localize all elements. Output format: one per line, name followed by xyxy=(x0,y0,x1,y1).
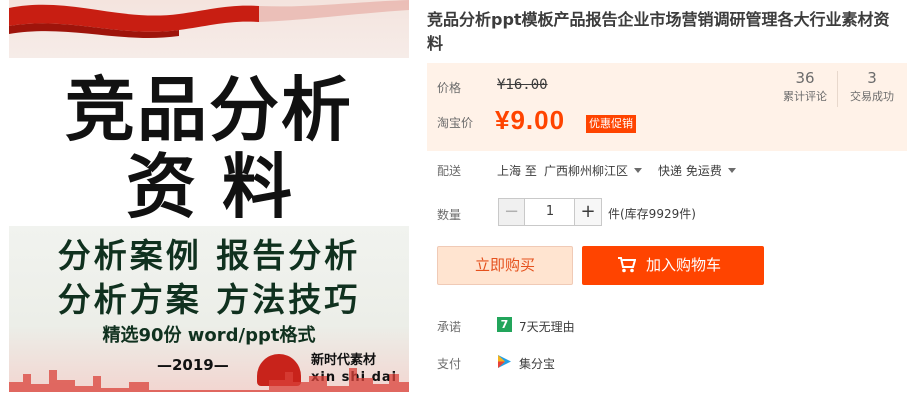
seven-day-return-icon: 7 xyxy=(497,317,512,332)
delivery-from: 上海 至 xyxy=(497,164,537,178)
decrease-quantity-button[interactable]: − xyxy=(499,199,525,225)
stats-divider xyxy=(837,71,838,107)
increase-quantity-button[interactable]: + xyxy=(574,199,601,225)
image-tagline-line1: 分析案例 报告分析 xyxy=(57,236,361,275)
shipping-method-select[interactable]: 快递 免运费 xyxy=(658,162,736,179)
red-ribbon-graphic xyxy=(9,0,409,38)
price-panel: 价格 ¥16.00 淘宝价 ¥9.00 优惠促销 36 累计评论 3 交易成功 xyxy=(427,63,907,151)
chevron-down-icon xyxy=(727,168,736,173)
reviews-count: 36 xyxy=(795,69,815,87)
delivery-label: 配送 xyxy=(437,164,462,178)
promise-label: 承诺 xyxy=(437,320,462,334)
image-headline-line1: 竞品分析 xyxy=(65,69,353,151)
stock-text: 件(库存9929件) xyxy=(608,207,696,221)
image-tagline-line3: 精选90份 word/ppt格式 xyxy=(102,325,316,346)
quantity-input[interactable]: 1 xyxy=(526,199,574,225)
quantity-stepper: − 1 + xyxy=(498,198,602,226)
current-price-label: 淘宝价 xyxy=(437,116,474,130)
add-to-cart-button[interactable]: 加入购物车 xyxy=(582,246,764,285)
payment-text[interactable]: 集分宝 xyxy=(519,355,555,372)
city-skyline-graphic xyxy=(9,368,409,392)
jifenbao-icon xyxy=(498,355,511,368)
chevron-down-icon xyxy=(634,168,643,173)
promo-badge[interactable]: 优惠促销 xyxy=(586,115,636,133)
add-to-cart-label: 加入购物车 xyxy=(646,256,722,274)
payment-label: 支付 xyxy=(437,357,462,371)
current-price: ¥9.00 xyxy=(495,105,566,135)
buy-now-button[interactable]: 立即购买 xyxy=(437,246,573,285)
image-headline-line2: 资料 xyxy=(126,146,318,228)
image-banner-top xyxy=(9,0,409,58)
sales-count: 3 xyxy=(867,69,877,87)
delivery-destination-text: 广西柳州柳江区 xyxy=(544,164,629,178)
original-price: ¥16.00 xyxy=(497,77,548,93)
original-price-label: 价格 xyxy=(437,81,462,95)
image-banner-bottom: 分析案例 报告分析 分析方案 方法技巧 精选90份 word/ppt格式 —20… xyxy=(9,226,409,392)
sales-stat[interactable]: 3 交易成功 xyxy=(839,67,905,105)
product-title: 竞品分析ppt模板产品报告企业市场营销调研管理各大行业素材资料 xyxy=(427,10,890,53)
quantity-label: 数量 xyxy=(437,208,462,222)
reviews-stat[interactable]: 36 累计评论 xyxy=(772,67,838,105)
delivery-destination-select[interactable]: 广西柳州柳江区 xyxy=(544,162,643,179)
reviews-label: 累计评论 xyxy=(783,90,827,103)
cart-icon xyxy=(618,257,636,273)
image-tagline-line2: 分析方案 方法技巧 xyxy=(57,280,361,319)
product-main-image: 竞品分析 资料 分析案例 报告分析 分析方案 方法技巧 精选90份 word/p… xyxy=(9,0,409,392)
shipping-method-text: 快递 免运费 xyxy=(658,164,722,178)
sales-label: 交易成功 xyxy=(850,90,894,103)
promise-text[interactable]: 7天无理由 xyxy=(519,318,575,335)
